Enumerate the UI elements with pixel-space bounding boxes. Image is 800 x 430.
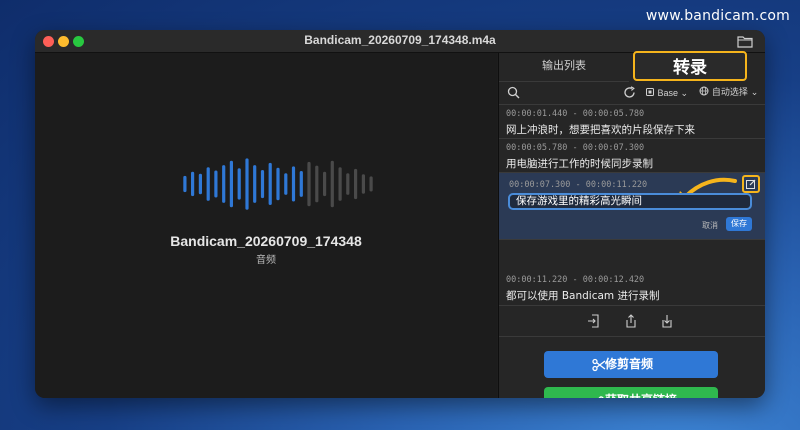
model-label: Base: [657, 88, 679, 98]
audio-waveform: [183, 158, 373, 210]
waveform-bar: [346, 173, 350, 195]
link-icon: [598, 396, 604, 398]
waveform-bar: [183, 175, 187, 193]
chevron-down-icon: ⌄: [680, 88, 689, 98]
chip-icon: [646, 88, 654, 96]
trim-audio-label: 修剪音频: [605, 357, 654, 371]
save-edit-button[interactable]: 保存: [726, 217, 752, 231]
search-icon[interactable]: [507, 86, 520, 99]
transcript-segment-editing[interactable]: 00:00:07.300 - 00:00:11.220 保存游戏里的精彩高光瞬间…: [499, 173, 765, 240]
waveform-bar: [268, 162, 272, 205]
waveform-bar: [245, 158, 249, 210]
audio-preview-panel: Bandicam_20260709_174348 音频: [35, 53, 497, 398]
waveform-bar: [222, 165, 226, 203]
transcript-segment[interactable]: 00:00:01.440 - 00:00:05.780 网上冲浪时，想要把喜欢的…: [499, 105, 765, 139]
waveform-bar: [307, 161, 311, 207]
bandicam-watermark: www.bandicam.com: [645, 8, 790, 24]
waveform-bar: [253, 165, 257, 203]
waveform-bar: [206, 167, 210, 201]
app-window: Bandicam_20260709_174348.m4a Bandicam_20…: [35, 30, 765, 398]
segment-time: 00:00:07.300 - 00:00:11.220: [509, 180, 648, 190]
trim-audio-button[interactable]: 修剪音频: [544, 351, 718, 378]
language-selector[interactable]: 自动选择 ⌄: [699, 85, 758, 101]
waveform-bar: [260, 170, 265, 199]
share-icon[interactable]: [624, 314, 638, 328]
segment-time: 00:00:01.440 - 00:00:05.780: [506, 109, 645, 119]
waveform-bar: [338, 167, 342, 201]
get-share-link-button[interactable]: 获取共享链接: [544, 387, 718, 398]
waveform-bar: [284, 173, 288, 195]
waveform-bar: [330, 160, 334, 208]
import-icon[interactable]: [587, 314, 601, 328]
window-title: Bandicam_20260709_174348.m4a: [304, 33, 496, 47]
folder-icon[interactable]: [737, 34, 753, 48]
segment-time: 00:00:11.220 - 00:00:12.420: [506, 275, 645, 285]
waveform-bar: [354, 168, 358, 200]
globe-icon: [699, 86, 709, 96]
waveform-bar: [299, 171, 303, 197]
language-label: 自动选择: [711, 88, 748, 98]
segment-text: 网上冲浪时，想要把喜欢的片段保存下来: [506, 124, 695, 136]
waveform-bar: [229, 160, 233, 208]
transcript-actions: [499, 306, 765, 337]
transcript-segment[interactable]: 00:00:11.220 - 00:00:12.420 都可以使用 Bandic…: [499, 271, 765, 306]
transcription-toolbar: Base ⌄ 自动选择 ⌄: [499, 82, 765, 105]
waveform-bar: [369, 176, 373, 192]
segment-text: 用电脑进行工作的时候同步录制: [506, 158, 653, 170]
edit-segment-button[interactable]: [742, 175, 760, 193]
panel-tabs: 输出列表 转录: [499, 51, 765, 82]
waveform-bar: [276, 167, 280, 201]
waveform-bar: [198, 173, 202, 195]
download-icon[interactable]: [660, 314, 674, 328]
segment-edit-field[interactable]: 保存游戏里的精彩高光瞬间: [508, 193, 752, 210]
segment-text: 都可以使用 Bandicam 进行录制: [506, 290, 660, 302]
scissors-icon: [592, 358, 606, 372]
title-bar: Bandicam_20260709_174348.m4a: [35, 30, 765, 53]
waveform-bar: [315, 165, 319, 203]
refresh-icon[interactable]: [623, 86, 636, 99]
tab-output-list[interactable]: 输出列表: [499, 53, 629, 82]
waveform-bar: [323, 171, 327, 197]
audio-file-name: Bandicam_20260709_174348: [170, 233, 362, 249]
tab-transcription[interactable]: 转录: [633, 51, 747, 81]
waveform-bar: [214, 170, 218, 198]
transcript-segment[interactable]: 00:00:05.780 - 00:00:07.300 用电脑进行工作的时候同步…: [499, 139, 765, 173]
waveform-bar: [361, 174, 365, 194]
segment-time: 00:00:05.780 - 00:00:07.300: [506, 143, 645, 153]
cancel-edit-button[interactable]: 取消: [702, 220, 718, 231]
model-selector[interactable]: Base ⌄: [645, 85, 688, 101]
waveform-bar: [237, 168, 241, 200]
transcription-panel: 输出列表 转录 Base ⌄ 自动选择 ⌄ 00:00:01.440 - 00:…: [498, 51, 765, 398]
chevron-down-icon: ⌄: [750, 88, 759, 98]
waveform-bar: [291, 166, 296, 202]
edit-icon: [746, 179, 756, 189]
get-share-link-label: 获取共享链接: [605, 387, 677, 398]
waveform-bar: [191, 171, 195, 197]
audio-file-type: 音频: [256, 255, 276, 266]
